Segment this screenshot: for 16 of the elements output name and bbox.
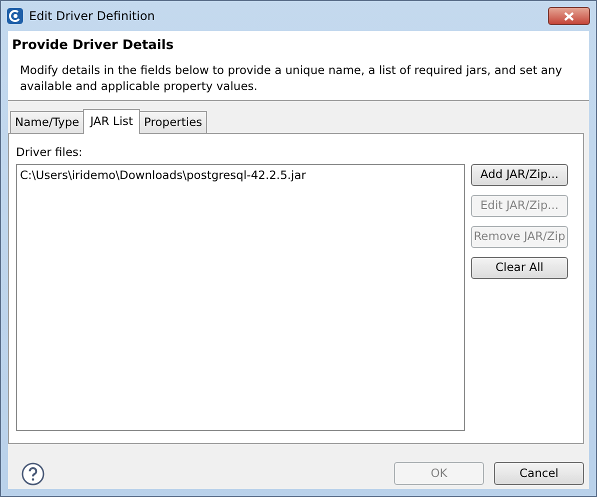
close-icon bbox=[564, 12, 574, 20]
window-title: Edit Driver Definition bbox=[29, 8, 155, 25]
dialog-button[interactable]: Clear All bbox=[471, 257, 568, 279]
header-description: Modify details in the fields below to provide a unique name, a list of required jars, and set any available and applicable property values. bbox=[19, 62, 564, 94]
tab[interactable]: Properties bbox=[139, 110, 208, 133]
driver-files-label: Driver files: bbox=[16, 144, 84, 161]
tab[interactable]: JAR List bbox=[83, 108, 140, 134]
driver-files-list[interactable]: C:\Users\iridemo\Downloads\postgresql-42.2.5.jar bbox=[16, 164, 465, 431]
help-icon[interactable] bbox=[21, 462, 45, 486]
close-button[interactable] bbox=[548, 7, 590, 25]
header-title: Provide Driver Details bbox=[12, 37, 175, 55]
file-list-item[interactable]: C:\Users\iridemo\Downloads\postgresql-42.2.5.jar bbox=[20, 167, 461, 184]
dialog-button[interactable]: Cancel bbox=[494, 462, 584, 486]
app-icon bbox=[7, 8, 23, 24]
tab[interactable]: Name/Type bbox=[10, 110, 84, 133]
dialog-button[interactable]: Add JAR/Zip... bbox=[471, 164, 568, 186]
